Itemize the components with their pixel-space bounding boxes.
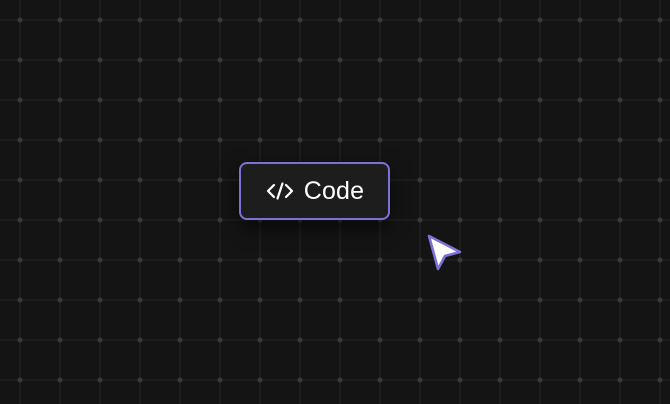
code-brackets-icon: [265, 180, 295, 202]
pointer-arrow-icon: [424, 232, 466, 274]
code-chip-button[interactable]: Code: [239, 162, 390, 220]
grid-canvas: Code: [0, 0, 670, 404]
code-chip-label: Code: [303, 176, 365, 205]
